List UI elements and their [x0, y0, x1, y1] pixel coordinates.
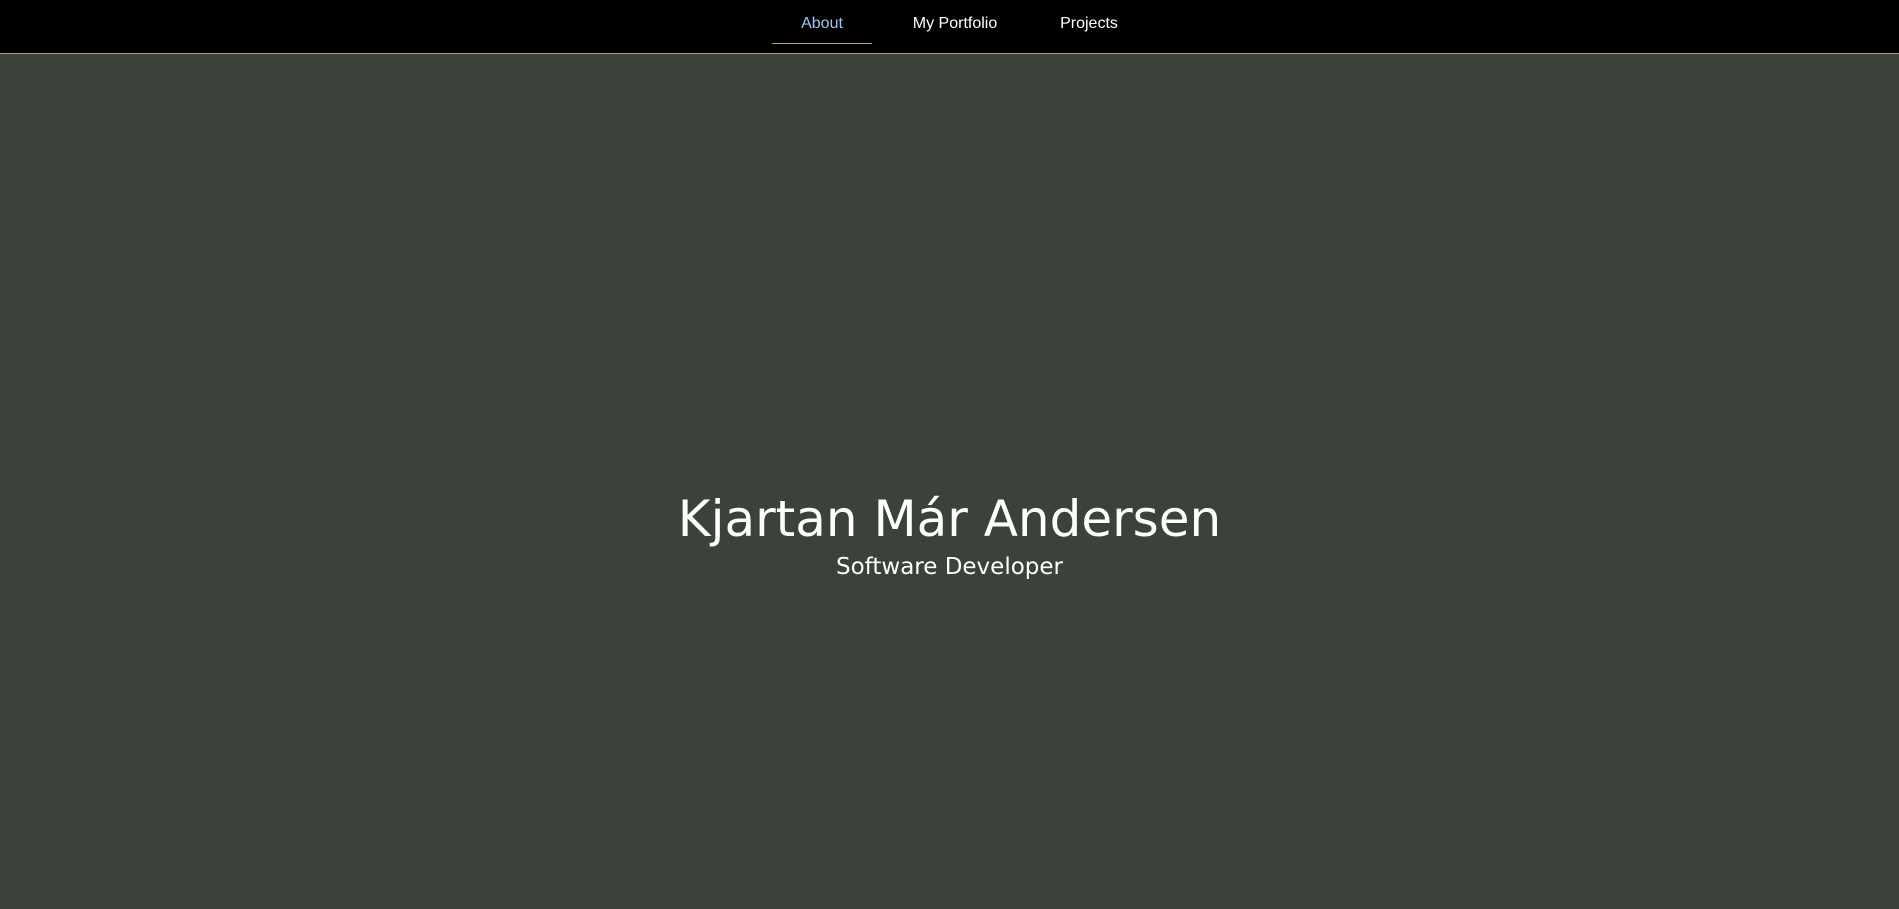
nav-link-my-portfolio[interactable]: My Portfolio [875, 0, 1035, 44]
hero-role: Software Developer [836, 554, 1063, 580]
top-navigation-bar: About My Portfolio Projects [0, 0, 1899, 54]
nav-link-about[interactable]: About [772, 0, 872, 44]
hero-name: Kjartan Már Andersen [677, 490, 1222, 548]
hero-section: Kjartan Már Andersen Software Developer [0, 484, 1899, 583]
nav-links: About My Portfolio Projects [772, 0, 1146, 54]
nav-link-projects[interactable]: Projects [1032, 0, 1146, 44]
